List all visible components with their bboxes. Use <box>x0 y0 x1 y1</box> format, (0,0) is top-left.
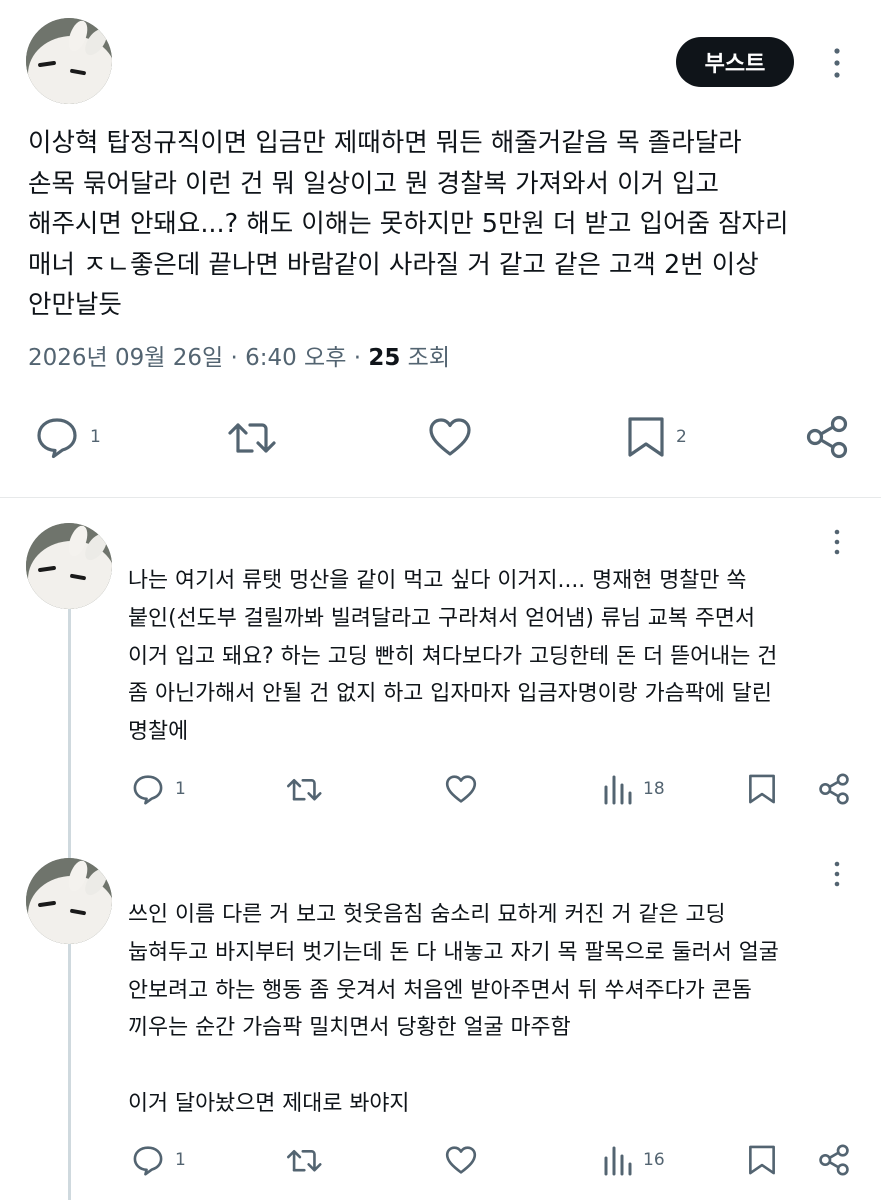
reply-count: 1 <box>175 1150 186 1170</box>
repost-icon <box>286 1149 322 1172</box>
more-vertical-icon[interactable] <box>828 46 846 80</box>
view-count: 18 <box>643 779 665 799</box>
share-button[interactable] <box>804 414 850 460</box>
heart-icon <box>429 418 471 456</box>
reply-avatar[interactable] <box>26 858 112 944</box>
like-button[interactable] <box>443 773 479 805</box>
reply-text: 나는 여기서 류탯 멍산을 같이 먹고 싶다 이거지.... 명재현 명찰만 쏙… <box>128 568 778 745</box>
bar-chart-icon <box>604 775 632 805</box>
view-count: 16 <box>643 1150 665 1170</box>
heart-icon <box>445 775 477 803</box>
bar-chart-icon <box>604 1146 632 1176</box>
divider <box>0 497 881 498</box>
more-vertical-icon[interactable] <box>829 860 845 888</box>
bookmark-icon <box>749 774 775 804</box>
views-button[interactable]: 16 <box>603 1144 665 1176</box>
boost-button[interactable]: 부스트 <box>676 37 794 87</box>
share-icon <box>819 773 849 805</box>
share-icon <box>819 1144 849 1176</box>
reply-button[interactable]: 1 <box>131 1144 186 1176</box>
view-count-label: 조회 <box>400 345 450 371</box>
views-button[interactable]: 18 <box>603 773 665 805</box>
repost-icon <box>228 423 276 453</box>
repost-button[interactable] <box>285 773 325 805</box>
repost-button[interactable] <box>285 1144 325 1176</box>
post-text: 이상혁 탑정규직이면 입금만 제때하면 뭐든 해줄거같음 목 졸라달라 손목 묶… <box>28 128 789 320</box>
reply-button[interactable]: 1 <box>34 414 101 460</box>
reply-button[interactable]: 1 <box>131 773 186 805</box>
like-button[interactable] <box>443 1144 479 1176</box>
share-button[interactable] <box>817 1144 851 1176</box>
post-meta: 2026년 09월 26일 · 6:40 오후 · 25 조회 <box>28 338 450 372</box>
reply-count: 1 <box>90 427 101 447</box>
more-vertical-icon[interactable] <box>829 528 845 556</box>
author-avatar[interactable] <box>26 18 112 104</box>
reply-text: 쓰인 이름 다른 거 보고 헛웃음침 숨소리 묘하게 커진 거 같은 고딩 눕혀… <box>128 902 779 1116</box>
share-icon <box>806 415 848 459</box>
bookmark-icon <box>749 1145 775 1175</box>
bookmark-count: 2 <box>676 427 687 447</box>
bookmark-icon <box>628 417 664 457</box>
speech-bubble-icon <box>133 1146 163 1176</box>
speech-bubble-icon <box>133 775 163 805</box>
view-count: 25 <box>368 345 401 371</box>
repost-button[interactable] <box>226 414 280 460</box>
repost-icon <box>286 778 322 801</box>
bookmark-button[interactable]: 2 <box>626 414 687 460</box>
bookmark-button[interactable] <box>747 773 777 805</box>
bookmark-button[interactable] <box>747 1144 777 1176</box>
speech-bubble-icon <box>37 418 77 459</box>
reply-count: 1 <box>175 779 186 799</box>
heart-icon <box>445 1146 477 1174</box>
post-date: 2026년 09월 26일 · 6:40 오후 · <box>28 345 369 371</box>
like-button[interactable] <box>426 414 474 460</box>
share-button[interactable] <box>817 773 851 805</box>
reply-avatar[interactable] <box>26 523 112 609</box>
